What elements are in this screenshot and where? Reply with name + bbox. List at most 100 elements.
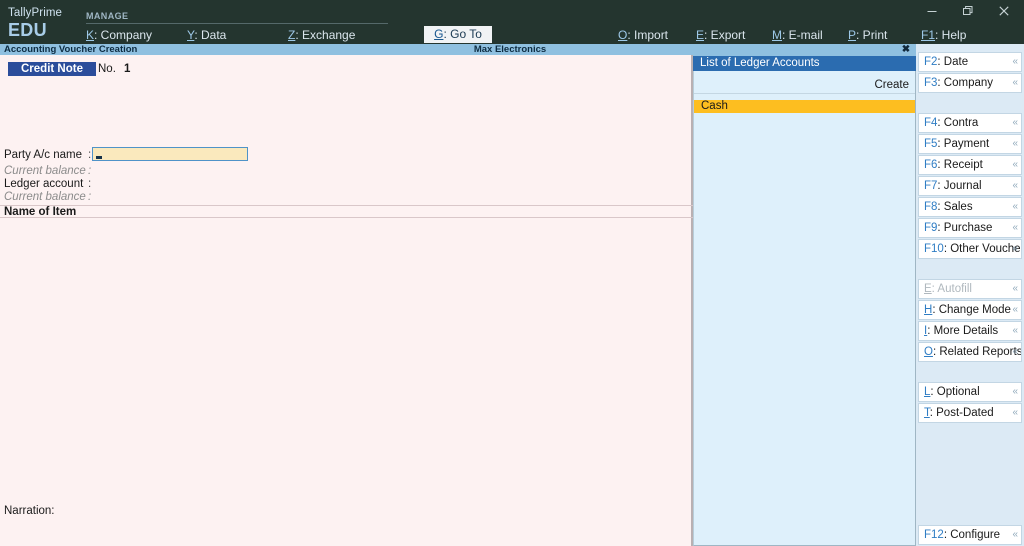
sidebar-button-text: F9: Purchase	[924, 219, 992, 237]
sidebar-button-text: O: Related Reports	[924, 343, 1022, 361]
sidebar-button-receipt[interactable]: F6: Receipt «	[918, 155, 1022, 175]
menu-item-label: : Import	[627, 28, 669, 42]
chevron-left-icon: «	[1012, 283, 1018, 294]
close-icon	[999, 6, 1009, 16]
sidebar-button-text: F3: Company	[924, 74, 993, 92]
chevron-left-icon: «	[1012, 243, 1018, 254]
menu-item-label: : Export	[704, 28, 746, 42]
chevron-left-icon: «	[1012, 222, 1018, 233]
field-separator: :	[88, 191, 92, 203]
field-label: Current balance	[4, 191, 86, 203]
voucher-field-row[interactable]: Ledger account:	[0, 178, 693, 191]
sidebar-button-autofill: E: Autofill «	[918, 279, 1022, 299]
minimize-button[interactable]	[914, 0, 950, 22]
top-menu-item-company[interactable]: K: Company	[86, 28, 152, 43]
sidebar-button-optional[interactable]: L: Optional «	[918, 382, 1022, 402]
top-menu-item-help[interactable]: F1: Help	[921, 28, 966, 43]
sidebar-button-sales[interactable]: F8: Sales «	[918, 197, 1022, 217]
close-button[interactable]	[986, 0, 1022, 22]
sidebar-button-label: : Company	[937, 77, 994, 89]
sidebar-button-text: E: Autofill	[924, 280, 972, 298]
sidebar-button-purchase[interactable]: F9: Purchase «	[918, 218, 1022, 238]
sidebar-button-text: F10: Other Vouchers	[924, 240, 1022, 258]
menu-shortcut-key: E	[696, 28, 705, 42]
minimize-icon	[927, 11, 937, 12]
sidebar-shortcut-key: F12	[924, 529, 944, 541]
sidebar-button-text: F2: Date	[924, 53, 968, 71]
sidebar-button-configure[interactable]: F12: Configure «	[918, 525, 1022, 545]
window-controls	[914, 0, 1024, 22]
top-menu-item-export[interactable]: E: Export	[696, 28, 745, 43]
sidebar-button-text: F8: Sales	[924, 198, 973, 216]
restore-button[interactable]	[950, 0, 986, 22]
sidebar-button-label: : Optional	[930, 386, 980, 398]
menu-shortcut-key: K	[86, 28, 95, 42]
voucher-no-value[interactable]: 1	[124, 62, 130, 76]
popup-close-icon[interactable]: ✖	[900, 44, 912, 56]
chevron-left-icon: «	[1012, 180, 1018, 191]
field-separator: :	[88, 149, 92, 161]
sidebar-button-payment[interactable]: F5: Payment «	[918, 134, 1022, 154]
chevron-left-icon: «	[1012, 346, 1018, 357]
title-bar: TallyPrime EDU MANAGE K: Company Y: Data Z…	[0, 0, 1024, 44]
sidebar-button-journal[interactable]: F7: Journal «	[918, 176, 1022, 196]
ledger-list-item[interactable]: Cash	[694, 100, 915, 113]
chevron-left-icon: «	[1012, 304, 1018, 315]
chevron-left-icon: «	[1012, 201, 1018, 212]
sidebar-button-moredetails[interactable]: I: More Details «	[918, 321, 1022, 341]
sidebar-button-relatedreports[interactable]: O: Related Reports «	[918, 342, 1022, 362]
right-button-panel: F2: Date «F3: Company «F4: Contra «F5: Paym…	[916, 44, 1024, 546]
menu-item-label: : Data	[194, 28, 227, 42]
sidebar-button-post-dated[interactable]: T: Post-Dated «	[918, 403, 1022, 423]
chevron-left-icon: «	[1012, 325, 1018, 336]
chevron-left-icon: «	[1012, 159, 1018, 170]
sidebar-button-text: F4: Contra	[924, 114, 978, 132]
sidebar-button-label: : Receipt	[937, 159, 983, 171]
sidebar-button-changemode[interactable]: H: Change Mode «	[918, 300, 1022, 320]
create-ledger-option[interactable]: Create	[694, 78, 909, 92]
sidebar-button-text: H: Change Mode	[924, 301, 1011, 319]
sidebar-button-label: : Payment	[937, 138, 990, 150]
sidebar-button-label: : Other Vouchers	[943, 243, 1022, 255]
sidebar-button-label: : Related Reports	[932, 346, 1022, 358]
top-menu-item-print[interactable]: P: Print	[848, 28, 887, 43]
top-menu-item-data[interactable]: Y: Data	[187, 28, 226, 43]
sidebar-button-text: L: Optional	[924, 383, 980, 401]
sidebar-button-label: : Purchase	[937, 222, 993, 234]
menu-item-label: : Company	[94, 28, 153, 42]
voucher-field-row: Current balance:	[0, 191, 693, 204]
go-to-button[interactable]: G: Go To	[424, 26, 492, 43]
menu-section-divider	[86, 23, 388, 24]
ledger-accounts-popup: ✖ List of Ledger Accounts Create Cash	[693, 44, 916, 546]
sidebar-shortcut-key: F5	[924, 138, 938, 150]
chevron-left-icon: «	[1012, 386, 1018, 397]
sidebar-shortcut-key: F8	[924, 201, 938, 213]
go-to-label: : Go To	[443, 27, 482, 41]
restore-icon	[963, 6, 973, 15]
party-ac-name-input[interactable]	[92, 147, 248, 161]
popup-close-bar: ✖	[693, 44, 916, 56]
sidebar-button-label: : Journal	[937, 180, 982, 192]
sidebar-button-othervouchers[interactable]: F10: Other Vouchers «	[918, 239, 1022, 259]
top-menu-item-import[interactable]: O: Import	[618, 28, 668, 43]
item-table-header: Name of Item	[0, 205, 693, 218]
menu-shortcut-key: P	[848, 28, 857, 42]
top-menu-item-email[interactable]: M: E-mail	[772, 28, 823, 43]
sidebar-button-label: : Autofill	[931, 283, 972, 295]
sidebar-button-label: : More Details	[927, 325, 999, 337]
sidebar-button-date[interactable]: F2: Date «	[918, 52, 1022, 72]
chevron-left-icon: «	[1012, 77, 1018, 88]
sidebar-button-company[interactable]: F3: Company «	[918, 73, 1022, 93]
active-company-name: Max Electronics	[473, 44, 547, 55]
app-name: TallyPrime	[8, 7, 63, 19]
sidebar-shortcut-key: F4	[924, 117, 938, 129]
sidebar-shortcut-key: F6	[924, 159, 938, 171]
field-label: Ledger account	[4, 178, 84, 190]
sidebar-button-text: F12: Configure	[924, 526, 1000, 544]
top-menu-item-exchange[interactable]: Z: Exchange	[288, 28, 355, 43]
sidebar-shortcut-key: F3	[924, 77, 938, 89]
sidebar-shortcut-key: F10	[924, 243, 944, 255]
narration-label[interactable]: Narration:	[4, 505, 55, 518]
sidebar-button-contra[interactable]: F4: Contra «	[918, 113, 1022, 133]
popup-body: Create Cash	[693, 71, 916, 546]
